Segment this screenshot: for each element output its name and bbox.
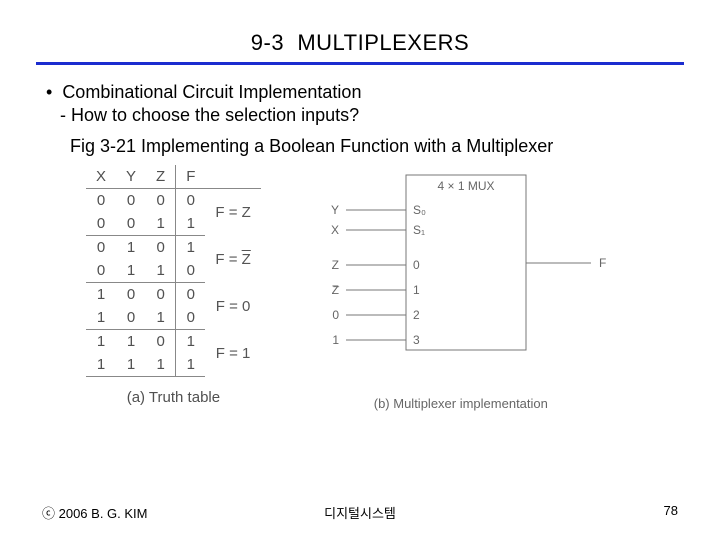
svg-text:1: 1 (413, 283, 420, 297)
footer-page-number: 78 (664, 503, 678, 522)
svg-text:1: 1 (332, 333, 339, 347)
svg-text:0: 0 (413, 258, 420, 272)
truth-table-caption: (a) Truth table (86, 389, 261, 406)
svg-text:Y: Y (331, 203, 339, 217)
svg-text:3: 3 (413, 333, 420, 347)
footer-copyright: ⓒ 2006 B. G. KIM (42, 503, 148, 522)
slide-footer: ⓒ 2006 B. G. KIM 디지털시스템 78 (0, 503, 720, 522)
svg-text:2: 2 (413, 308, 420, 322)
svg-text:S₀: S₀ (413, 203, 426, 217)
bullet-main: Combinational Circuit Implementation (46, 79, 684, 105)
svg-text:0: 0 (332, 308, 339, 322)
slide-title: 9-3 MULTIPLEXERS (36, 30, 684, 56)
svg-text:S₁: S₁ (413, 223, 425, 237)
bullet-sub: - How to choose the selection inputs? (60, 105, 684, 126)
svg-text:4 × 1 MUX: 4 × 1 MUX (437, 179, 494, 193)
svg-text:Z: Z (331, 258, 338, 272)
footer-course: 디지털시스템 (324, 503, 396, 522)
truth-table: X Y Z F 0000 F = Z 0011 (86, 165, 261, 406)
figure-caption: Fig 3-21 Implementing a Boolean Function… (70, 136, 684, 157)
mux-caption: (b) Multiplexer implementation (311, 396, 611, 411)
svg-text:X: X (331, 223, 339, 237)
svg-text:Z: Z (331, 283, 338, 297)
svg-text:F: F (599, 256, 606, 270)
mux-diagram: 4 × 1 MUX Y S₀ X S₁ Z 0 _ Z 1 0 2 (311, 165, 611, 411)
title-rule (36, 62, 684, 65)
